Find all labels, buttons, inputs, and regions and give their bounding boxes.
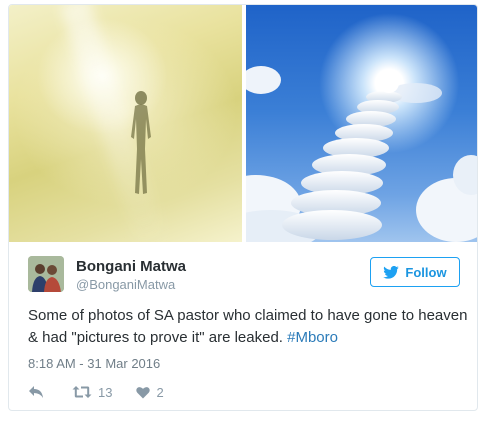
photo-ascending-figure[interactable] — [9, 5, 242, 242]
tweet-header: Bongani Matwa @BonganiMatwa Follow — [28, 256, 460, 296]
tweet-timestamp[interactable]: 8:18 AM - 31 Mar 2016 — [28, 356, 160, 371]
silhouette-figure — [131, 91, 151, 194]
tweet-body: Some of photos of SA pastor who claimed … — [28, 307, 468, 346]
tweet-card: Bongani Matwa @BonganiMatwa Follow Some … — [8, 4, 478, 411]
photo-cloud-stairway[interactable] — [246, 5, 477, 242]
twitter-bird-icon — [383, 265, 400, 279]
tweet-media[interactable] — [9, 5, 477, 242]
author-name[interactable]: Bongani Matwa — [76, 258, 186, 275]
tweet-actions: 13 2 — [28, 382, 164, 402]
cloud-stairs — [246, 66, 477, 242]
reply-button[interactable] — [28, 385, 44, 399]
author-handle[interactable]: @BonganiMatwa — [76, 277, 175, 292]
like-button[interactable]: 2 — [136, 384, 164, 400]
like-count: 2 — [156, 384, 164, 400]
heart-icon — [136, 386, 151, 398]
avatar[interactable] — [28, 256, 64, 292]
retweet-icon — [72, 386, 92, 398]
follow-label: Follow — [405, 264, 447, 280]
retweet-button[interactable]: 13 — [72, 385, 112, 400]
tweet-text: Some of photos of SA pastor who claimed … — [28, 305, 468, 349]
reply-icon — [29, 386, 43, 398]
follow-button[interactable]: Follow — [370, 257, 460, 287]
avatar-photo-icon — [28, 256, 64, 292]
hashtag-link[interactable]: #Mboro — [287, 329, 338, 346]
retweet-count: 13 — [98, 384, 113, 400]
